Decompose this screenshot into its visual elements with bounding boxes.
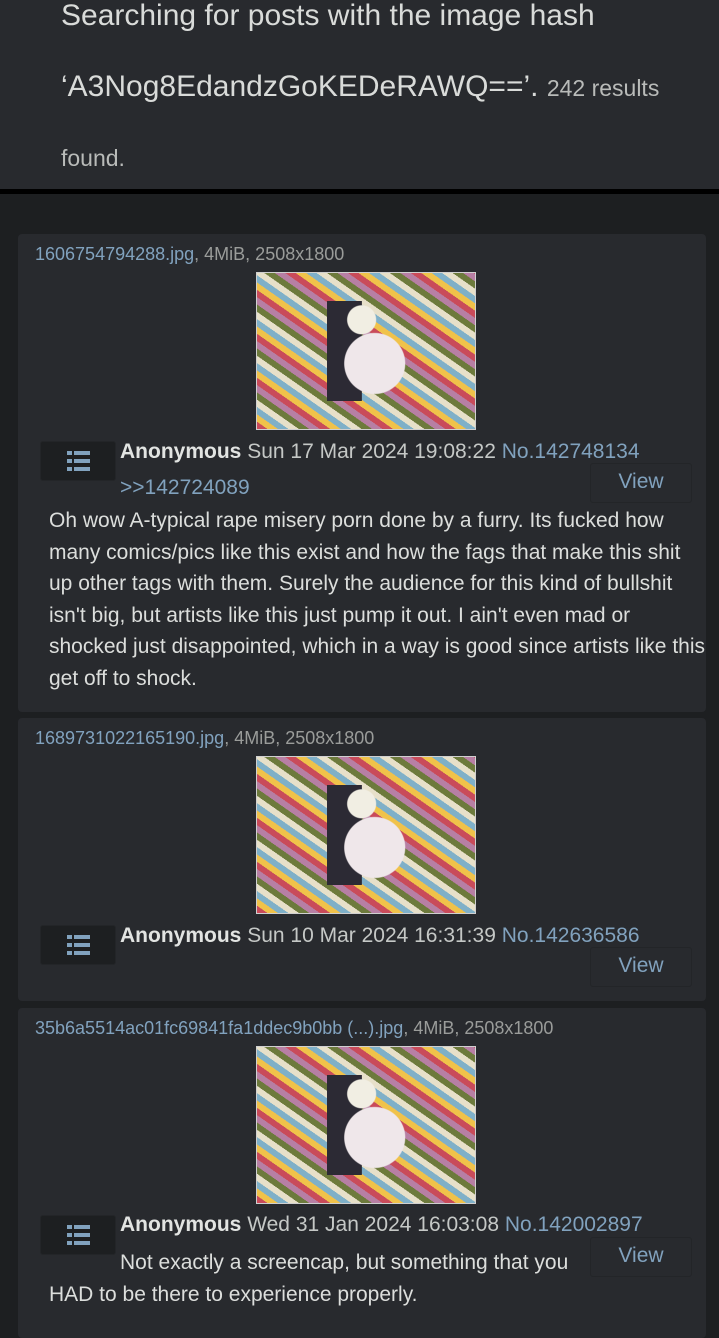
- file-link[interactable]: 35b6a5514ac01fc69841fa1ddec9b0bb (...).j…: [35, 1018, 403, 1038]
- search-result-post: 1689731022165190.jpg, 4MiB, 2508x1800 An…: [18, 718, 706, 1001]
- post-header: Anonymous Sun 17 Mar 2024 19:08:22 No.14…: [120, 440, 640, 464]
- file-meta: , 4MiB, 2508x1800: [194, 244, 345, 264]
- list-menu-icon: [66, 935, 90, 955]
- post-comment-text: Not exactly a screencap, but something t…: [49, 1251, 569, 1306]
- file-meta: , 4MiB, 2508x1800: [224, 728, 375, 748]
- poster-name: Anonymous: [120, 924, 242, 947]
- post-comment: Not exactly a screencap, but something t…: [49, 1247, 584, 1310]
- result-found-text: found.: [61, 145, 125, 171]
- result-count: 242 results: [546, 75, 660, 101]
- search-hash-line: ‘A3Nog8EdandzGoKEDeRAWQ==’. 242 results: [61, 70, 659, 104]
- view-button[interactable]: View: [590, 463, 692, 503]
- search-result-post: 35b6a5514ac01fc69841fa1ddec9b0bb (...).j…: [18, 1008, 706, 1338]
- post-header: Anonymous Sun 10 Mar 2024 16:31:39 No.14…: [120, 924, 640, 948]
- post-date: Sun 10 Mar 2024 16:31:39: [247, 924, 496, 947]
- file-info: 1689731022165190.jpg, 4MiB, 2508x1800: [35, 728, 374, 749]
- view-button[interactable]: View: [590, 947, 692, 987]
- list-menu-icon: [66, 451, 90, 471]
- post-number-link[interactable]: No.142002897: [505, 1213, 643, 1236]
- search-header: Searching for posts with the image hash …: [0, 0, 719, 194]
- post-header: Anonymous Wed 31 Jan 2024 16:03:08 No.14…: [120, 1213, 643, 1237]
- post-thumbnail[interactable]: [256, 272, 476, 430]
- post-date: Wed 31 Jan 2024 16:03:08: [247, 1213, 500, 1236]
- poster-name: Anonymous: [120, 440, 242, 463]
- post-menu-button[interactable]: [40, 925, 116, 965]
- post-menu-button[interactable]: [40, 441, 116, 481]
- image-hash: ‘A3Nog8EdandzGoKEDeRAWQ==’.: [61, 70, 539, 103]
- post-comment: Oh wow A-typical rape misery porn done b…: [49, 509, 706, 690]
- file-link[interactable]: 1606754794288.jpg: [35, 244, 194, 264]
- poster-name: Anonymous: [120, 1213, 242, 1236]
- file-info: 1606754794288.jpg, 4MiB, 2508x1800: [35, 244, 344, 265]
- view-button[interactable]: View: [590, 1237, 692, 1277]
- post-date: Sun 17 Mar 2024 19:08:22: [247, 440, 496, 463]
- file-info: 35b6a5514ac01fc69841fa1ddec9b0bb (...).j…: [35, 1018, 553, 1039]
- list-menu-icon: [66, 1225, 90, 1245]
- post-thumbnail[interactable]: [256, 1046, 476, 1204]
- file-meta: , 4MiB, 2508x1800: [403, 1018, 554, 1038]
- post-number-link[interactable]: No.142748134: [502, 440, 640, 463]
- search-result-post: 1606754794288.jpg, 4MiB, 2508x1800 Anony…: [18, 234, 706, 712]
- search-title: Searching for posts with the image hash: [61, 0, 595, 32]
- file-link[interactable]: 1689731022165190.jpg: [35, 728, 224, 748]
- post-number-link[interactable]: No.142636586: [502, 924, 640, 947]
- post-thumbnail[interactable]: [256, 756, 476, 914]
- quote-link[interactable]: >>142724089: [120, 476, 250, 500]
